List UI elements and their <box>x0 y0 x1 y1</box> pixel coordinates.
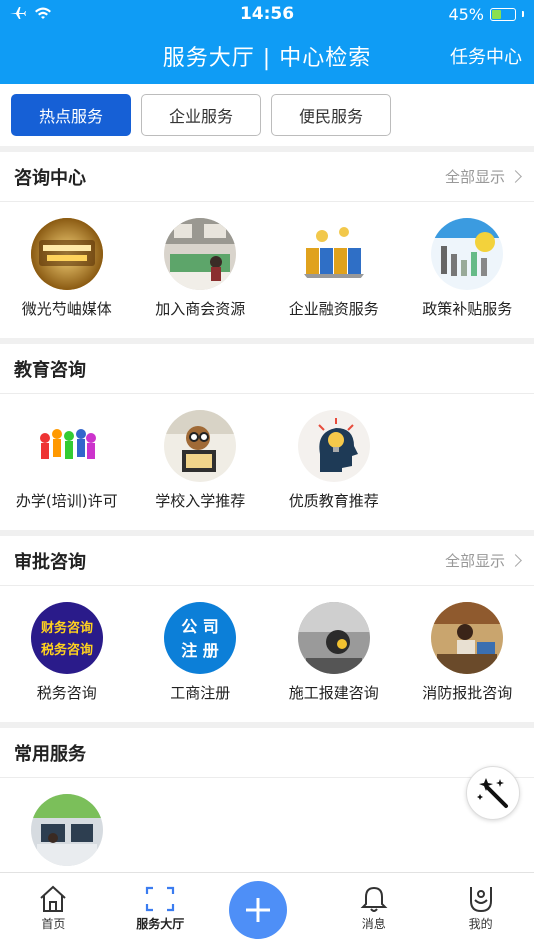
people-team-thumb <box>30 410 103 482</box>
airplane-icon <box>10 5 26 24</box>
media-franchise-thumb <box>30 218 103 290</box>
top-bar: 14:56 45% 服务大厅 | 中心检索 任务中心 <box>0 0 534 84</box>
service-item-school-admission[interactable]: 学校入学推荐 <box>134 410 268 511</box>
service-item-fire-approval[interactable]: 消防报批咨询 <box>401 602 534 703</box>
service-item-media[interactable]: 微光芍岫媒体 <box>0 218 134 319</box>
bottom-tab-bar: 首页 服务大厅 消息 我的 <box>0 872 534 950</box>
service-item-financing[interactable]: 企业融资服务 <box>267 218 401 319</box>
tab-mine[interactable]: 我的 <box>427 873 534 950</box>
tab-messages[interactable]: 消息 <box>320 873 427 950</box>
scan-frame-icon <box>146 886 175 912</box>
svg-text:财务咨询: 财务咨询 <box>41 620 93 636</box>
add-button[interactable] <box>228 881 287 939</box>
show-all-link[interactable]: 全部显示 <box>445 550 522 571</box>
status-time: 14:56 <box>239 4 295 24</box>
service-item-chamber[interactable]: 加入商会资源 <box>134 218 268 319</box>
tab-hot-services[interactable]: 热点服务 <box>11 94 131 136</box>
svg-text:公 司: 公 司 <box>181 617 219 636</box>
service-item-school-license[interactable]: 办学(培训)许可 <box>0 410 134 511</box>
page-title: 服务大厅 | 中心检索 <box>162 46 372 71</box>
section-title: 审批咨询 <box>14 551 86 573</box>
tab-public-services[interactable]: 便民服务 <box>271 94 391 136</box>
tab-home[interactable]: 首页 <box>0 873 107 950</box>
magic-wand-icon <box>477 778 508 808</box>
service-item-quality-education[interactable]: 优质教育推荐 <box>267 410 401 511</box>
bell-icon <box>360 886 388 912</box>
subsidy-thumb <box>431 218 504 290</box>
bank-thumb <box>297 218 370 290</box>
service-item-business-register[interactable]: 公 司注 册 工商注册 <box>134 602 268 703</box>
svg-text:注 册: 注 册 <box>181 641 219 660</box>
tab-enterprise-services[interactable]: 企业服务 <box>141 94 261 136</box>
service-item-construction[interactable]: 施工报建咨询 <box>267 602 401 703</box>
task-center-link[interactable]: 任务中心 <box>450 43 522 69</box>
chevron-right-icon <box>509 170 522 183</box>
construction-thumb <box>297 602 370 674</box>
section-education: 教育咨询 办学(培训)许可 学校入学推荐 优质教育推荐 <box>0 344 534 530</box>
wifi-icon <box>34 5 52 24</box>
status-bar: 14:56 45% <box>0 0 534 28</box>
service-item-tax[interactable]: 财务咨询 税务咨询 税务咨询 <box>0 602 134 703</box>
section-title: 咨询中心 <box>14 167 86 189</box>
svg-text:税务咨询: 税务咨询 <box>41 642 93 658</box>
profile-icon <box>469 887 492 913</box>
section-title: 常用服务 <box>14 743 86 765</box>
section-approval: 审批咨询 全部显示 财务咨询 税务咨询 税务咨询 公 司注 册 工商注册 施工报建… <box>0 536 534 722</box>
tax-consult-thumb: 财务咨询 税务咨询 <box>30 602 103 674</box>
section-common: 常用服务 <box>0 728 534 872</box>
company-register-thumb: 公 司注 册 <box>164 602 237 674</box>
fire-approval-thumb <box>431 602 504 674</box>
chamber-office-thumb <box>164 218 237 290</box>
segment-tabs: 热点服务 企业服务 便民服务 <box>0 84 534 146</box>
plus-icon <box>245 898 270 922</box>
battery-icon <box>490 7 516 21</box>
service-item-subsidy[interactable]: 政策补贴服务 <box>401 218 534 319</box>
show-all-link[interactable]: 全部显示 <box>445 166 522 187</box>
home-icon <box>40 885 67 912</box>
section-title: 教育咨询 <box>14 359 86 381</box>
reading-student-thumb <box>164 410 237 482</box>
section-consult-center: 咨询中心 全部显示 微光芍岫媒体 加入商会资源 企业融资服务 政策补贴服务 <box>0 152 534 338</box>
chevron-right-icon <box>509 554 522 567</box>
idea-head-thumb <box>297 410 370 482</box>
battery-percent: 45% <box>448 4 484 24</box>
office-thumb <box>30 794 103 866</box>
service-item-common-office[interactable] <box>0 794 134 866</box>
magic-wand-button[interactable] <box>466 766 520 820</box>
tab-service-hall[interactable]: 服务大厅 <box>107 873 214 950</box>
